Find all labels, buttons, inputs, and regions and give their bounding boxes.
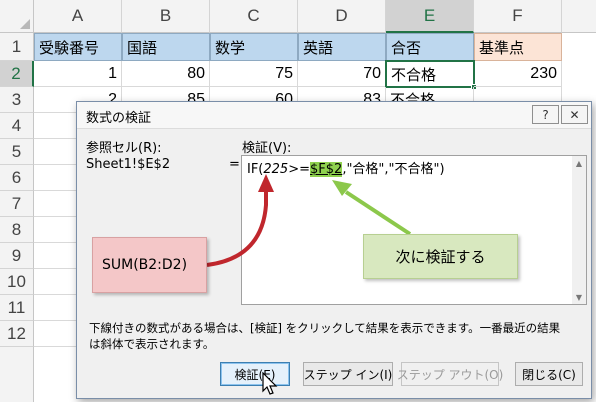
callout-next-evaluate: 次に検証する (363, 234, 518, 279)
red-arrow-line (206, 190, 268, 267)
callout-sum-note: SUM(B2:D2) (92, 237, 207, 293)
mouse-pointer-icon (262, 372, 278, 395)
green-arrow-line (344, 190, 412, 236)
red-arrow-head (258, 174, 274, 192)
annotation-arrows (206, 174, 412, 267)
